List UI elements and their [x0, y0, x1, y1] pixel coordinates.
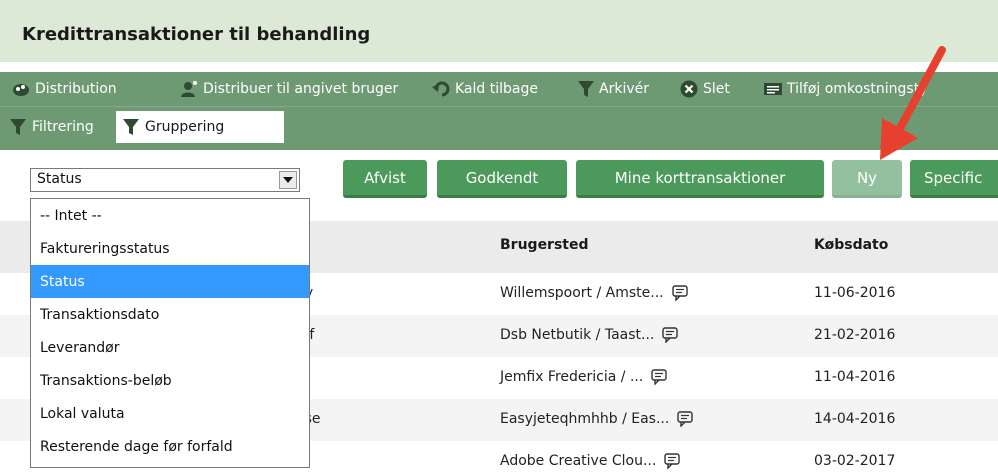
brugersted-text: Willemspoort / Amste... [500, 285, 664, 301]
funnel-icon [10, 119, 26, 135]
comment-icon[interactable] [651, 369, 668, 385]
page-title: Kredittransaktioner til behandling [22, 24, 371, 45]
kobsdato-cell: 11-06-2016 [814, 285, 896, 301]
distribution-button[interactable]: Distribution [12, 72, 117, 106]
filter-bar: Filtrering Gruppering [0, 106, 998, 150]
distribution-icon [13, 84, 29, 96]
user-distribute-icon [181, 81, 197, 97]
kobsdato-cell: 11-04-2016 [814, 369, 896, 385]
dropdown-option-transaktionsdato[interactable]: Transaktionsdato [31, 298, 309, 331]
kobsdato-cell: 14-04-2016 [814, 411, 896, 427]
funnel-icon [578, 81, 594, 97]
comment-icon[interactable] [671, 285, 688, 301]
brugersted-text: Easyjeteqhmhhb / Eas... [500, 411, 670, 427]
brugersted-cell: Adobe Creative Clou... [500, 453, 681, 469]
dropdown-option-intet[interactable]: -- Intet -- [31, 199, 309, 232]
brugersted-cell: Easyjeteqhmhhb / Eas... [500, 411, 694, 427]
tab-grouping-label: Gruppering [145, 119, 225, 135]
brugersted-cell: Dsb Netbutik / Taast... [500, 327, 679, 343]
delete-label: Slet [703, 81, 730, 97]
kobsdato-cell: 03-02-2017 [814, 453, 896, 469]
tab-grouping[interactable]: Gruppering [116, 111, 284, 143]
status-button-ny[interactable]: Ny [832, 160, 902, 198]
comment-icon[interactable] [664, 453, 681, 469]
annotation-arrow-icon [880, 46, 946, 160]
status-button-specific[interactable]: Specific [910, 160, 998, 198]
status-button-godkendt[interactable]: Godkendt [437, 160, 567, 198]
archive-button[interactable]: Arkivér [578, 72, 649, 106]
column-header-brugersted[interactable]: Brugersted [500, 237, 589, 253]
dropdown-option-faktureringsstatus[interactable]: Faktureringsstatus [31, 232, 309, 265]
column-header-kobsdato[interactable]: Købsdato [814, 237, 888, 253]
distribute-to-user-button[interactable]: Distribuer til angivet bruger [180, 72, 398, 106]
distribute-to-user-label: Distribuer til angivet bruger [203, 81, 399, 97]
status-button-afvist[interactable]: Afvist [343, 160, 427, 198]
group-by-select[interactable]: Status [30, 168, 300, 192]
group-by-value: Status [37, 171, 82, 187]
chevron-down-icon[interactable] [279, 171, 297, 189]
action-toolbar: Distribution Distribuer til angivet brug… [0, 72, 998, 106]
dropdown-option-status[interactable]: Status [31, 265, 309, 298]
distribution-label: Distribution [35, 81, 117, 97]
close-circle-icon [680, 80, 698, 98]
tab-filtering-label: Filtrering [32, 119, 94, 135]
brugersted-cell: Jemfix Fredericia / ... [500, 369, 668, 385]
dropdown-option-leverandor[interactable]: Leverandør [31, 331, 309, 364]
recall-button[interactable]: Kald tilbage [432, 72, 538, 106]
status-button-mine-korttransaktioner[interactable]: Mine korttransaktioner [576, 160, 824, 198]
funnel-icon [123, 119, 139, 135]
tab-filtering[interactable]: Filtrering [10, 111, 94, 143]
group-by-dropdown-list: -- Intet -- Faktureringsstatus Status Tr… [30, 198, 310, 468]
archive-label: Arkivér [599, 81, 649, 97]
list-icon [764, 83, 782, 95]
undo-icon [432, 81, 450, 97]
brugersted-text: Jemfix Fredericia / ... [500, 369, 644, 385]
brugersted-text: Adobe Creative Clou... [500, 453, 657, 469]
comment-icon[interactable] [677, 411, 694, 427]
recall-label: Kald tilbage [455, 81, 538, 97]
brugersted-cell: Willemspoort / Amste... [500, 285, 688, 301]
dropdown-option-lokal-valuta[interactable]: Lokal valuta [31, 397, 309, 430]
kobsdato-cell: 21-02-2016 [814, 327, 896, 343]
dropdown-option-resterende-dage[interactable]: Resterende dage før forfald [31, 430, 309, 463]
brugersted-text: Dsb Netbutik / Taast... [500, 327, 655, 343]
delete-button[interactable]: Slet [680, 72, 730, 106]
page-header: Kredittransaktioner til behandling [0, 0, 998, 62]
dropdown-option-transaktions-belob[interactable]: Transaktions-beløb [31, 364, 309, 397]
comment-icon[interactable] [662, 327, 679, 343]
